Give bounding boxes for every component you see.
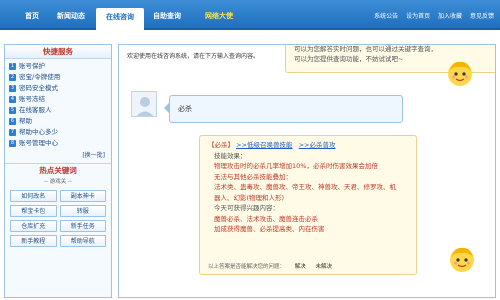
answer-link-subcategory[interactable]: >>必杀普攻 [299, 141, 336, 149]
bot-message-line: 可以为您解答实时问题，也可以通过关键字查询， [294, 45, 437, 53]
solved-button[interactable]: 解决 [295, 264, 306, 270]
chat-area: 欢迎使用在线咨询系统，请在下方输入查询内容。 可以为您解答实时问题，也可以通过关… [118, 44, 496, 298]
answer-line: 法术类、蛊毒攻、魔兽攻、帝王攻、神兽攻、天君、修罗攻、机 [214, 183, 396, 191]
answer-tag: 【必杀】 [208, 141, 234, 149]
menu-item[interactable]: 3 密码安全模式 [9, 83, 107, 94]
user-message-text: 必杀 [178, 105, 192, 113]
top-links: 系统公告 设为首页 加入收藏 意见反馈 [368, 11, 494, 20]
menu-item[interactable]: 4 账号冻结 [9, 94, 107, 105]
hot-keywords-subtitle: -- 游戏关 -- [44, 179, 72, 185]
answer-line: 加成获得魔兽、必杀提高类、内在伤害 [214, 225, 325, 233]
quick-service-title: 快捷服务 [5, 45, 111, 59]
bullet-icon: 2 [9, 74, 16, 81]
feedback-question: 以上答案是否能解决您的问题： [208, 264, 286, 270]
answer-line: 无法与其他必杀技能叠加： [214, 172, 292, 181]
answer-line: 今天可获得兴趣内容： [214, 204, 279, 212]
menu-item[interactable]: 5 在线客服人 [9, 105, 107, 116]
change-batch-link[interactable]: [换一批] [5, 151, 111, 161]
feedback-row: 以上答案是否能解决您的问题： 解决 未解决 [208, 262, 332, 270]
bullet-icon: 6 [9, 118, 16, 125]
hot-keyword-button[interactable]: 转服 [59, 205, 106, 217]
user-message-bubble: 必杀 [169, 95, 403, 123]
nav-tab-ambassador[interactable]: 网络大使 [196, 9, 242, 24]
hot-keyword-button[interactable]: 如何改名 [10, 190, 57, 202]
link-set-homepage[interactable]: 设为首页 [406, 13, 430, 20]
bullet-icon: 3 [9, 85, 16, 92]
hot-keyword-button[interactable]: 仓库扩充 [10, 220, 57, 232]
left-panel: 快捷服务 1 账号保护 2 密宝/令牌使用 3 密码安全模式 4 账号冻结 5 在线客服人… [4, 44, 112, 298]
menu-item[interactable]: 8 账号管理中心 [9, 138, 107, 149]
answer-line: 魔兽必杀、法术攻击、魔兽连击必杀 [214, 214, 318, 223]
hot-keyword-button[interactable]: 新手教程 [10, 235, 57, 247]
welcome-text: 欢迎使用在线咨询系统，请在下方输入查询内容。 [127, 53, 260, 60]
link-add-favorite[interactable]: 加入收藏 [438, 13, 462, 20]
bullet-icon: 5 [9, 107, 16, 114]
answer-line: 技能效果： [214, 151, 247, 160]
answer-header: 【必杀】 >>低级召唤兽技能 >>必杀普攻 [208, 140, 408, 151]
bot-avatar-icon [445, 59, 475, 89]
bullet-icon: 1 [9, 63, 16, 70]
nav-tab-home[interactable]: 首页 [12, 9, 52, 24]
answer-link-category[interactable]: >>低级召唤兽技能 [236, 141, 292, 149]
bullet-icon: 4 [9, 96, 16, 103]
menu-item[interactable]: 1 账号保护 [9, 61, 107, 72]
hot-keywords-grid: 如何改名 副本神卡 帮宝卡包 转服 仓库扩充 新手任务 新手教程 帮助导航 [5, 187, 111, 250]
hot-keyword-button[interactable]: 帮宝卡包 [10, 205, 57, 217]
answer-line: 器人、幻影(物理和人形) [214, 193, 285, 202]
link-feedback[interactable]: 意见反馈 [470, 13, 494, 20]
link-announcement[interactable]: 系统公告 [374, 13, 398, 20]
quick-service-menu: 1 账号保护 2 密宝/令牌使用 3 密码安全模式 4 账号冻结 5 在线客服人 6 帮助 … [5, 59, 111, 151]
hot-keyword-button[interactable]: 副本神卡 [59, 190, 106, 202]
user-avatar-icon [131, 91, 157, 117]
bot-answer-bubble: 【必杀】 >>低级召唤兽技能 >>必杀普攻 技能效果： 物理攻击时的必杀几率增加… [199, 135, 417, 275]
hot-keyword-button[interactable]: 新手任务 [59, 220, 106, 232]
unsolved-button[interactable]: 未解决 [316, 264, 333, 270]
hot-keywords-title: 热点关键词 [39, 166, 77, 175]
hot-keyword-button[interactable]: 帮助导航 [59, 235, 106, 247]
bullet-icon: 8 [9, 140, 16, 147]
menu-item[interactable]: 7 帮助中心多少 [9, 127, 107, 138]
nav-tab-news[interactable]: 新闻动态 [48, 9, 94, 24]
answer-line: 物理攻击时的必杀几率增加10%，必杀时伤害效果会加倍 [214, 162, 378, 170]
menu-item[interactable]: 2 密宝/令牌使用 [9, 72, 107, 83]
bullet-icon: 7 [9, 129, 16, 136]
menu-item[interactable]: 6 帮助 [9, 116, 107, 127]
bot-avatar-icon [447, 245, 477, 275]
nav-tab-selfquery[interactable]: 自助查询 [144, 9, 190, 24]
nav-tab-consult[interactable]: 在线咨询 [96, 8, 144, 30]
top-nav: 首页 新闻动态 在线咨询 自助查询 网络大使 系统公告 设为首页 加入收藏 意见… [0, 0, 500, 30]
